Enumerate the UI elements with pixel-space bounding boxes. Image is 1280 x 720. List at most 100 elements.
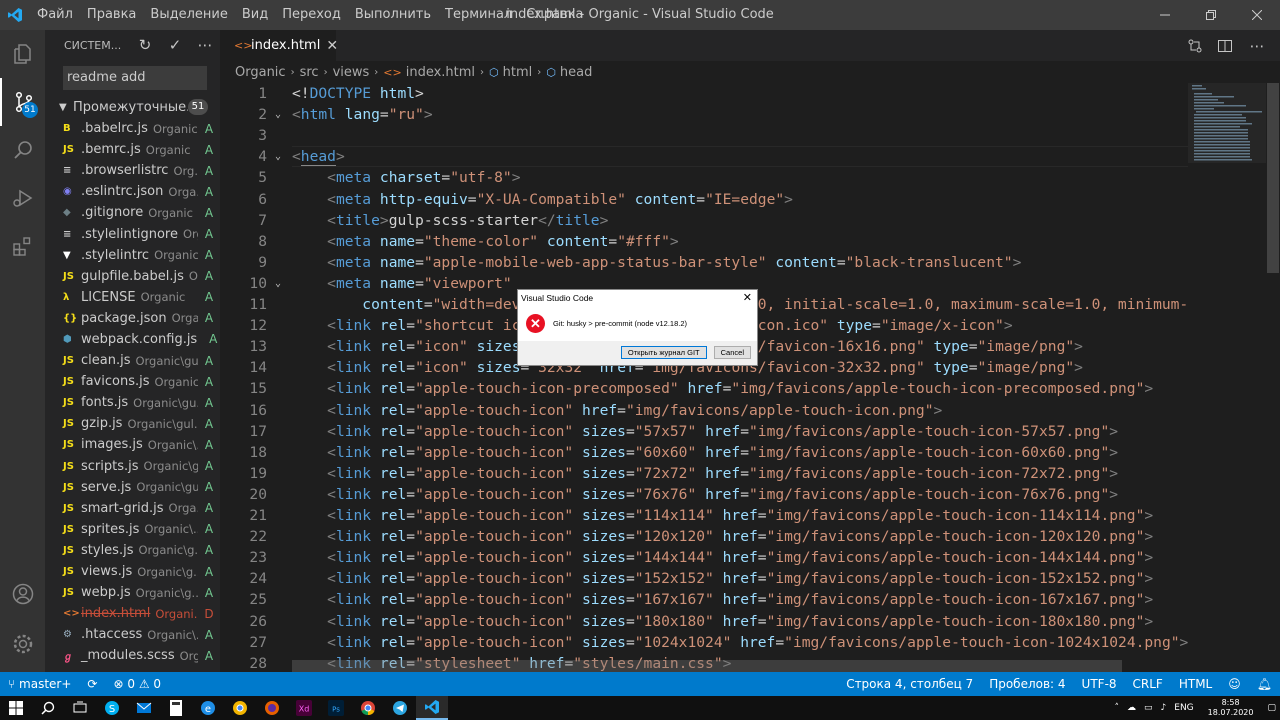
account-icon[interactable] <box>0 570 45 618</box>
refresh-icon[interactable]: ↻ <box>130 36 160 54</box>
menu-item[interactable]: Выделение <box>143 0 234 30</box>
list-item[interactable]: JS gzip.js Organic\gul... A <box>45 413 220 434</box>
list-item[interactable]: JS sprites.js Organic\... A <box>45 519 220 540</box>
list-item[interactable]: ◉ .eslintrc.json Orga... A <box>45 181 220 202</box>
breadcrumb-item[interactable]: Organic <box>235 65 286 80</box>
breadcrumb-item[interactable]: views <box>333 65 370 80</box>
fold-chevron-icon[interactable]: ⌄ <box>275 104 281 125</box>
mail-icon[interactable] <box>128 696 160 720</box>
language-mode[interactable]: HTML <box>1171 672 1220 696</box>
menu-item[interactable]: Переход <box>275 0 348 30</box>
branch-indicator[interactable]: ⑂ master+ <box>0 672 79 696</box>
search-icon[interactable] <box>0 126 45 174</box>
list-item[interactable]: JS scripts.js Organic\g... A <box>45 456 220 477</box>
list-item[interactable]: <>index.html Organi... D <box>45 603 220 624</box>
list-item[interactable]: ℊ _modules.scss Org... A <box>45 645 220 666</box>
vscode-taskbar-icon[interactable] <box>416 696 448 720</box>
cancel-button[interactable]: Cancel <box>713 346 751 359</box>
breadcrumb-item[interactable]: src <box>300 65 319 80</box>
code-editor[interactable]: 1 <!DOCTYPE html> 2 ⌄ <html lang="ru"> 3 4 ⌄ <he… <box>220 83 1188 672</box>
list-item[interactable]: λ LICENSE Organic A <box>45 287 220 308</box>
menu-item[interactable]: Правка <box>80 0 143 30</box>
calculator-icon[interactable] <box>160 696 192 720</box>
list-item[interactable]: JS gulpfile.babel.js O... A <box>45 266 220 287</box>
problems-indicator[interactable]: ⊗ 0 ⚠ 0 <box>105 672 169 696</box>
list-item[interactable]: ▼ .stylelintrc Organic A <box>45 245 220 266</box>
list-item[interactable]: JS views.js Organic\g... A <box>45 561 220 582</box>
explorer-icon[interactable] <box>0 30 45 78</box>
settings-gear-icon[interactable] <box>0 620 45 668</box>
fold-chevron-icon[interactable]: ⌄ <box>275 146 281 167</box>
staged-changes-header[interactable]: ▼ Промежуточные... 51 <box>45 96 220 118</box>
commit-message-input[interactable]: readme add <box>63 66 207 90</box>
list-item[interactable]: JS serve.js Organic\gu... A <box>45 477 220 498</box>
list-item[interactable]: ⬢webpack.config.js...A <box>45 329 220 350</box>
clock[interactable]: 8:58 18.07.2020 <box>1198 698 1264 718</box>
firefox-icon[interactable] <box>256 696 288 720</box>
start-icon[interactable] <box>0 696 32 720</box>
list-item[interactable]: JS favicons.js Organic\g... A <box>45 371 220 392</box>
line-ending[interactable]: CRLF <box>1125 672 1171 696</box>
close-tab-icon[interactable]: ✕ <box>326 38 338 54</box>
encoding[interactable]: UTF-8 <box>1074 672 1125 696</box>
menu-item[interactable]: Терминал <box>438 0 519 30</box>
telegram-icon[interactable] <box>384 696 416 720</box>
list-item[interactable]: JS clean.js Organic\gu... A <box>45 350 220 371</box>
tab-index-html[interactable]: <> index.html ✕ <box>220 30 338 61</box>
horizontal-scrollbar[interactable] <box>292 660 1122 672</box>
open-changes-icon[interactable] <box>1184 36 1206 56</box>
task-view-icon[interactable] <box>64 696 96 720</box>
menu-item[interactable]: Вид <box>235 0 275 30</box>
search-icon[interactable] <box>32 696 64 720</box>
list-item[interactable]: JS images.js Organic\... A <box>45 434 220 455</box>
chrome-icon[interactable] <box>352 696 384 720</box>
list-item[interactable]: JS styles.js Organic\g... A <box>45 540 220 561</box>
menu-item[interactable]: Файл <box>30 0 80 30</box>
action-center-icon[interactable]: ▢ <box>1263 703 1280 713</box>
xd-icon[interactable]: Xd <box>288 696 320 720</box>
chrome-canary-icon[interactable] <box>224 696 256 720</box>
input-language[interactable]: ENG <box>1170 703 1197 713</box>
minimap[interactable] <box>1188 83 1266 672</box>
commit-check-icon[interactable]: ✓ <box>160 36 190 54</box>
run-debug-icon[interactable] <box>0 174 45 222</box>
list-item[interactable]: JS .bemrc.js Organic A <box>45 139 220 160</box>
onedrive-icon[interactable]: ☁ <box>1123 703 1140 713</box>
list-item[interactable]: ⚙ .htaccess Organic\... A <box>45 624 220 645</box>
menu-item[interactable]: Выполнить <box>348 0 438 30</box>
open-git-log-button[interactable]: Открыть журнал GIT <box>620 346 707 359</box>
breadcrumb-item[interactable]: head <box>560 65 592 80</box>
split-editor-icon[interactable] <box>1214 36 1236 56</box>
tray-chevron-icon[interactable]: ˄ <box>1111 703 1124 713</box>
list-item[interactable]: {}package.json Orga... A <box>45 308 220 329</box>
edge-icon[interactable]: e <box>192 696 224 720</box>
dialog-close-icon[interactable]: ✕ <box>743 290 752 306</box>
extensions-icon[interactable] <box>0 222 45 270</box>
list-item[interactable]: B .babelrc.js Organic A <box>45 118 220 139</box>
vertical-scrollbar[interactable] <box>1266 83 1280 672</box>
breadcrumb-item[interactable]: index.html <box>406 65 475 80</box>
list-item[interactable]: JS fonts.js Organic\gu... A <box>45 392 220 413</box>
scrollbar-thumb[interactable] <box>1267 83 1279 273</box>
restore-icon[interactable] <box>1188 0 1234 30</box>
list-item[interactable]: JS webp.js Organic\g... A <box>45 582 220 603</box>
skype-icon[interactable]: S <box>96 696 128 720</box>
indentation[interactable]: Пробелов: 4 <box>981 672 1073 696</box>
more-actions-icon[interactable]: ⋯ <box>190 36 220 54</box>
list-item[interactable]: ◆ .gitignore Organic A <box>45 202 220 223</box>
feedback-icon[interactable]: ☺ <box>1220 672 1249 696</box>
list-item[interactable]: JS smart-grid.js Orga... A <box>45 498 220 519</box>
volume-icon[interactable]: ♪ <box>1157 703 1171 713</box>
more-editor-actions-icon[interactable]: ⋯ <box>1246 36 1268 56</box>
photoshop-icon[interactable]: Ps <box>320 696 352 720</box>
notifications-bell-icon[interactable]: 🔔︎ <box>1249 672 1280 696</box>
breadcrumb-item[interactable]: html <box>503 65 533 80</box>
menu-item[interactable]: Справка <box>519 0 590 30</box>
close-window-icon[interactable] <box>1234 0 1280 30</box>
list-item[interactable]: ≡ .stylelintignore Organic A <box>45 223 220 244</box>
cursor-position[interactable]: Строка 4, столбец 7 <box>838 672 981 696</box>
fold-chevron-icon[interactable]: ⌄ <box>275 273 281 294</box>
sync-icon[interactable]: ⟳ <box>79 672 105 696</box>
network-icon[interactable]: ▭ <box>1140 703 1157 713</box>
source-control-icon[interactable]: 51 <box>0 78 45 126</box>
